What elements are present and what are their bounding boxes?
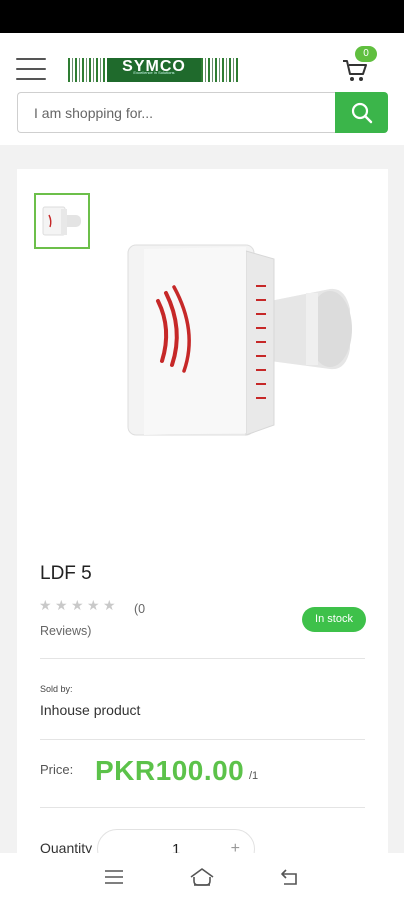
menu-icon[interactable] <box>16 58 46 80</box>
divider <box>40 807 365 808</box>
search-icon <box>351 102 372 123</box>
nav-menu-icon[interactable] <box>101 866 127 888</box>
logo-tagline: Excellence in Solutions <box>133 70 175 75</box>
price-value: PKR100.00 <box>95 755 245 786</box>
search-input[interactable] <box>17 92 335 133</box>
system-navigation-bar <box>0 853 404 900</box>
price-unit: /1 <box>249 770 259 782</box>
price-label: Price: <box>40 762 74 777</box>
product-thumbnail-image <box>42 206 81 236</box>
nav-home-icon[interactable] <box>189 866 215 888</box>
product-title: LDF 5 <box>40 563 92 584</box>
divider <box>40 739 365 740</box>
product-thumbnail[interactable] <box>34 193 90 249</box>
product-card: LDF 5 ★ ★ ★ ★ ★ (0 Reviews) In stock Sol… <box>17 169 388 869</box>
product-main-image[interactable] <box>120 229 360 444</box>
stock-status-badge: In stock <box>302 607 366 632</box>
reviews-count[interactable]: (0 Reviews) <box>40 598 150 642</box>
sold-by-value: Inhouse product <box>40 702 141 718</box>
logo-brand: SYMCO Excellence in Solutions <box>107 58 201 82</box>
logo-stripes-right <box>194 58 240 82</box>
logo[interactable]: SYMCO Excellence in Solutions <box>68 58 240 82</box>
nav-back-icon[interactable] <box>277 866 303 888</box>
reviews-label: Reviews) <box>40 624 92 638</box>
sold-by-label: Sold by: <box>40 684 73 694</box>
search-button[interactable] <box>335 92 388 133</box>
divider <box>40 658 365 659</box>
status-bar <box>0 0 404 33</box>
reviews-count-number: (0 <box>134 602 146 616</box>
search-bar <box>17 92 388 133</box>
cart-count-badge: 0 <box>355 46 377 62</box>
